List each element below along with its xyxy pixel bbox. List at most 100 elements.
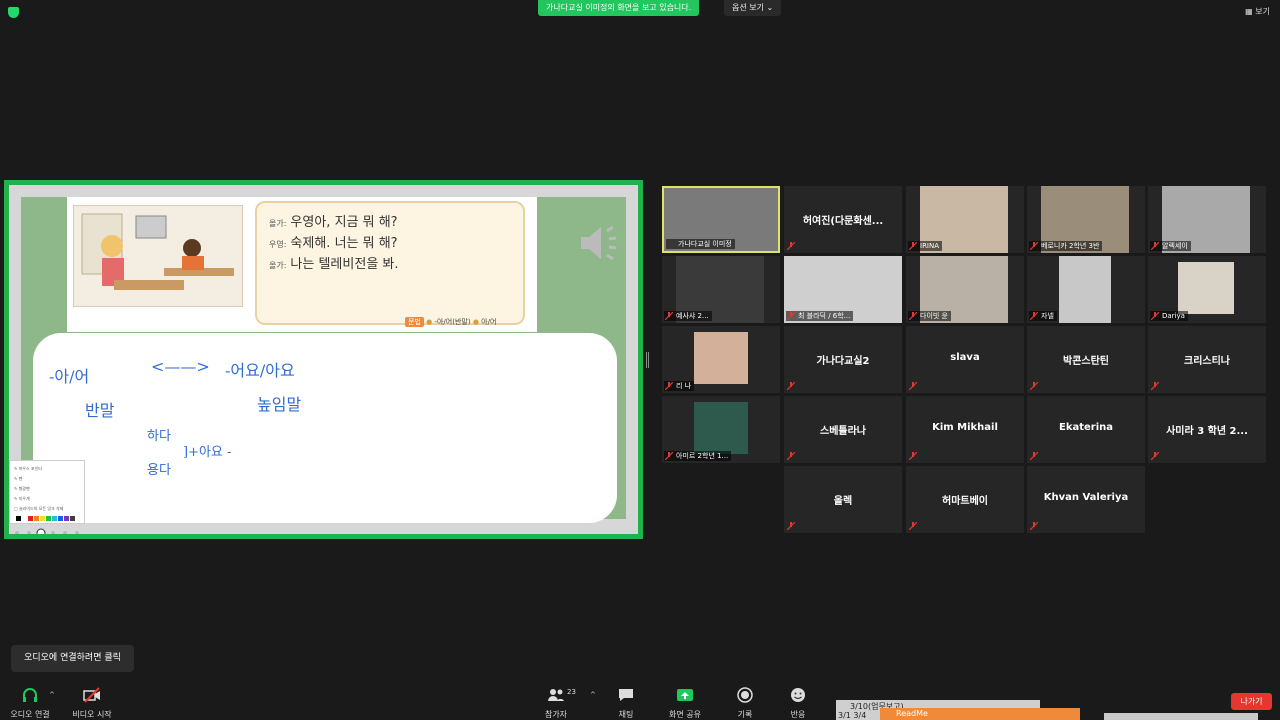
- mic-muted-icon: [1151, 382, 1159, 390]
- mic-muted-icon: [1030, 452, 1038, 460]
- chat-icon: [619, 689, 633, 701]
- participants-options-caret[interactable]: ^: [590, 691, 596, 699]
- participant-tile[interactable]: 허마트베이: [906, 466, 1024, 533]
- participant-tile[interactable]: Khvan Valeriya: [1027, 466, 1145, 533]
- ink-swatch[interactable]: [16, 516, 21, 521]
- reactions-label: 반응: [790, 710, 806, 719]
- textbook-illustration: [73, 205, 243, 307]
- participant-tile[interactable]: 예사샤 2...: [662, 256, 780, 323]
- share-screen-button[interactable]: 화면 공유: [655, 682, 715, 720]
- handwriting-5: 하다: [147, 429, 171, 444]
- clear-ink-tool[interactable]: ▢ 슬라이드의 모든 잉크 삭제: [14, 504, 80, 514]
- ink-swatch[interactable]: [46, 516, 51, 521]
- participant-name: Khvan Valeriya: [1043, 492, 1129, 503]
- participants-button[interactable]: 참가자: [526, 682, 586, 720]
- share-screen-icon: [677, 689, 693, 701]
- mic-muted-icon: [665, 452, 673, 460]
- mic-muted-icon: [909, 312, 917, 320]
- resize-handle[interactable]: [646, 352, 649, 368]
- chat-button[interactable]: 채팅: [596, 682, 656, 720]
- audio-tooltip: 오디오에 연결하려면 클릭: [11, 645, 134, 672]
- mic-muted-icon: [1030, 312, 1038, 320]
- participant-tile[interactable]: 최 블라딕 / 6학...: [784, 256, 902, 323]
- participant-tile[interactable]: 아미르 2학년 1...: [662, 396, 780, 463]
- ink-swatch[interactable]: [40, 516, 45, 521]
- ink-swatch[interactable]: [70, 516, 75, 521]
- pointer-tool[interactable]: ✎ 마우스 포인터: [14, 464, 80, 474]
- participant-tile[interactable]: 베로니카 2학년 3반: [1027, 186, 1145, 253]
- ink-swatch[interactable]: [34, 516, 39, 521]
- participant-tile[interactable]: IRINA: [906, 186, 1024, 253]
- leave-button[interactable]: 나가기: [1231, 693, 1272, 710]
- join-audio-button[interactable]: 오디오 연결: [0, 682, 60, 720]
- ink-swatch[interactable]: [28, 516, 33, 521]
- ink-color-palette[interactable]: [16, 516, 75, 521]
- audio-options-caret[interactable]: ^: [49, 691, 55, 699]
- participant-tile[interactable]: 가나다교실 이미정: [662, 186, 780, 253]
- annotation-toolbar[interactable]: [9, 528, 109, 534]
- headphones-icon: [23, 688, 37, 702]
- ink-swatch[interactable]: [58, 516, 63, 521]
- mic-muted-icon: [665, 312, 673, 320]
- whiteboard[interactable]: -아/어 <——> -어요/아요 반말 높임말 하다 ]+아요 - 용다: [33, 333, 617, 523]
- mic-muted-icon: [1151, 242, 1159, 250]
- mic-muted-icon: [1151, 452, 1159, 460]
- participant-tile[interactable]: 자넬: [1027, 256, 1145, 323]
- mic-muted-icon: [909, 452, 917, 460]
- mic-muted-icon: [787, 312, 795, 320]
- participant-tile[interactable]: 가나다교실2: [784, 326, 902, 393]
- mic-muted-icon: [787, 382, 795, 390]
- grammar-tags: 문법 ● -아/어(반말) ● 아/어: [405, 317, 496, 327]
- participant-tile[interactable]: slava: [906, 326, 1024, 393]
- highlighter-tool[interactable]: ✎ 형광펜: [14, 484, 80, 494]
- security-shield-icon[interactable]: [8, 7, 19, 18]
- annotation-menu[interactable]: ✎ 마우스 포인터 ✎ 펜 ✎ 형광펜 ✎ 지우개 ▢ 슬라이드의 모든 잉크 …: [9, 460, 85, 524]
- participant-tile[interactable]: 리 나: [662, 326, 780, 393]
- participant-name: 크리스티나: [1184, 356, 1230, 367]
- view-options-label: 옵션 보기: [732, 3, 764, 12]
- mic-muted-icon: [787, 242, 795, 250]
- dialog-box: 올가: 우영아, 지금 뭐 해? 우영: 숙제해. 너는 뭐 해? 올가: 나는 텔레…: [255, 201, 525, 325]
- participant-name: 박콘스탄틴: [1063, 356, 1109, 367]
- participant-tile[interactable]: Ekaterina: [1027, 396, 1145, 463]
- join-audio-label: 오디오 연결: [10, 710, 50, 719]
- participant-tile[interactable]: 스베틀라나: [784, 396, 902, 463]
- shared-screen[interactable]: 올가: 우영아, 지금 뭐 해? 우영: 숙제해. 너는 뭐 해? 올가: 나는 텔레…: [4, 180, 643, 539]
- participant-name: 아미르 2학년 1...: [664, 451, 732, 461]
- participant-count: 23: [567, 688, 576, 696]
- ink-swatch[interactable]: [52, 516, 57, 521]
- classroom-illustration: [81, 213, 234, 290]
- handwriting-4: 높임말: [257, 395, 302, 414]
- record-button[interactable]: 기록: [715, 682, 775, 720]
- participant-tile[interactable]: Dariya: [1148, 256, 1266, 323]
- eraser-tool[interactable]: ✎ 지우개: [14, 494, 80, 504]
- participant-tile[interactable]: 박콘스탄틴: [1027, 326, 1145, 393]
- handwriting-2: -어요/아요: [225, 361, 295, 380]
- participant-name: 사미라 3 학년 2...: [1166, 426, 1248, 437]
- participant-name: 스베틀라나: [820, 426, 866, 437]
- participant-tile[interactable]: 다이빗 윤: [906, 256, 1024, 323]
- ink-swatch[interactable]: [64, 516, 69, 521]
- chat-label: 채팅: [618, 710, 634, 719]
- participant-tile[interactable]: Kim Mikhail: [906, 396, 1024, 463]
- start-video-button[interactable]: 비디오 시작: [62, 682, 122, 720]
- view-toggle-button[interactable]: ▦ 보기: [1245, 6, 1270, 17]
- participants-icon: [548, 689, 564, 701]
- mic-muted-icon: [1030, 522, 1038, 530]
- dialog-line-2: 우영: 숙제해. 너는 뭐 해?: [269, 236, 398, 251]
- ink-swatch[interactable]: [22, 516, 27, 521]
- reactions-button[interactable]: 반응: [768, 682, 828, 720]
- participant-video: [694, 402, 748, 454]
- participant-tile[interactable]: 허여진(다문화센...: [784, 186, 902, 253]
- taskbar-window-2[interactable]: ReadMe: [880, 708, 1080, 720]
- participant-tile[interactable]: 크리스티나: [1148, 326, 1266, 393]
- participant-name: 최 블라딕 / 6학...: [786, 311, 854, 321]
- taskbar-window-3[interactable]: [1104, 713, 1258, 720]
- participant-tile[interactable]: 올렉: [784, 466, 902, 533]
- record-icon: [737, 687, 753, 703]
- pen-tool[interactable]: ✎ 펜: [14, 474, 80, 484]
- view-options-button[interactable]: 옵션 보기 ⌄: [724, 0, 782, 16]
- participant-tile[interactable]: 알렉세이: [1148, 186, 1266, 253]
- participant-tile[interactable]: 사미라 3 학년 2...: [1148, 396, 1266, 463]
- mic-muted-icon: [909, 242, 917, 250]
